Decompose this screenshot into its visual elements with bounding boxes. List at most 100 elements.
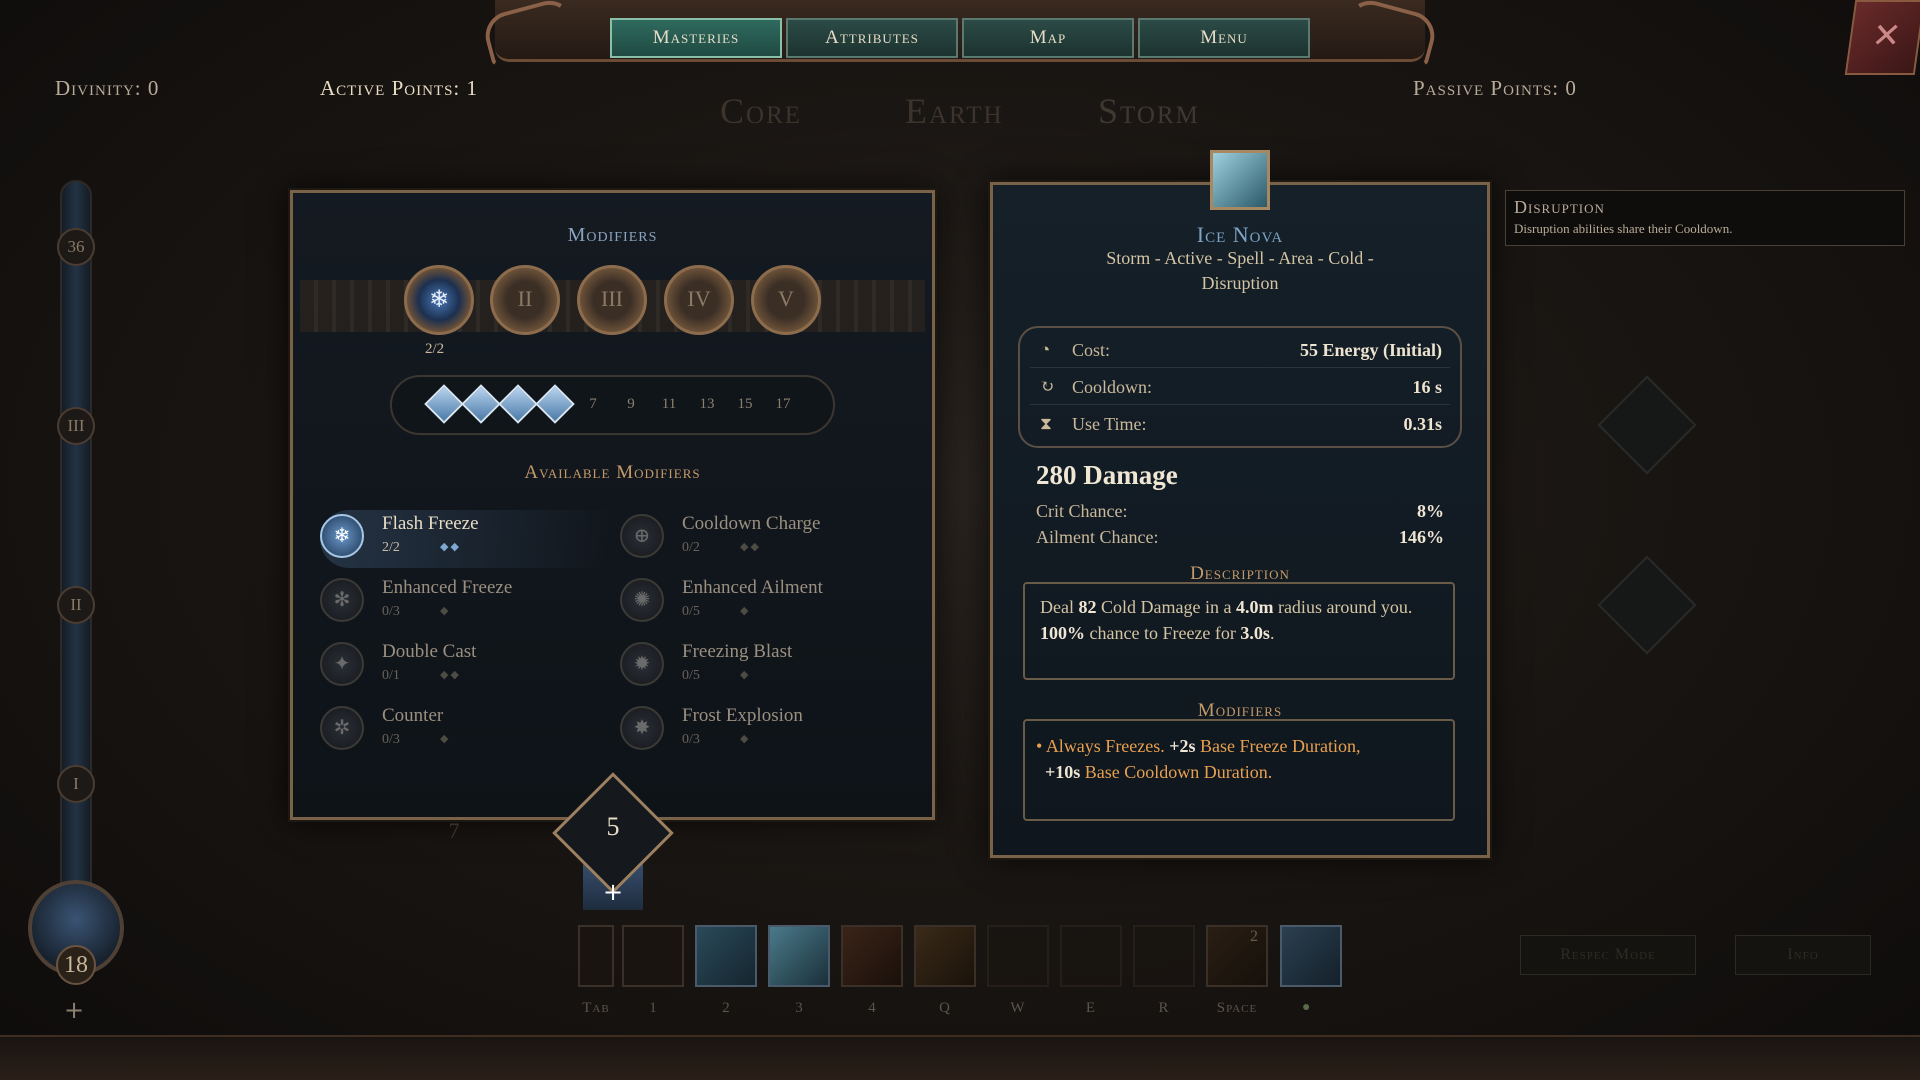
- hotbar-slot-q[interactable]: [914, 925, 976, 987]
- modifier-count: 0/3: [382, 604, 400, 619]
- diamond-pips-icon: ◆◆: [740, 541, 761, 553]
- modifier-name: Cooldown Charge: [682, 513, 821, 534]
- desc-value: 100%: [1040, 623, 1085, 643]
- modifier-counter[interactable]: ✲ Counter 0/3 ◆: [320, 702, 610, 760]
- modifier-enhanced-ailment[interactable]: ✺ Enhanced Ailment 0/5 ◆: [620, 574, 910, 632]
- desc-value: 4.0m: [1235, 597, 1274, 617]
- modifier-slot-3[interactable]: III: [577, 265, 647, 335]
- scroll-ornament-right: [1340, 0, 1440, 67]
- modifier-flash-freeze[interactable]: ❄ Flash Freeze 2/2 ◆◆: [320, 510, 610, 568]
- info-button[interactable]: Info: [1735, 935, 1871, 975]
- modifiers-title: Modifiers: [567, 224, 658, 246]
- modifier-name: Double Cast: [382, 641, 477, 662]
- modifier-count: 0/2: [682, 540, 700, 555]
- disruption-tooltip: Disruption Disruption abilities share th…: [1505, 190, 1905, 246]
- points-remaining: 5: [606, 812, 620, 841]
- mod-value: +2s: [1169, 736, 1196, 756]
- snowflake-icon: ❄: [428, 285, 450, 313]
- key-label: W: [1010, 1000, 1026, 1016]
- modifier-slot-5[interactable]: V: [751, 265, 821, 335]
- close-button[interactable]: ✕: [1844, 0, 1920, 75]
- skill-tags-line2: Disruption: [1201, 273, 1279, 293]
- double-cast-icon: ✦: [320, 642, 364, 686]
- modifier-name: Freezing Blast: [682, 641, 793, 662]
- tooltip-text: Disruption abilities share their Cooldow…: [1514, 221, 1733, 236]
- modifier-enhanced-freeze[interactable]: ✻ Enhanced Freeze 0/3 ◆: [320, 574, 610, 632]
- skill-name: Ice Nova: [1196, 222, 1284, 247]
- hotbar-slot-w[interactable]: [987, 925, 1049, 987]
- level-plus-button[interactable]: +: [64, 996, 84, 1024]
- hourglass-icon: ⧗: [1040, 414, 1052, 433]
- diamond-pips-icon: ◆: [740, 733, 751, 745]
- tree-tab-earth[interactable]: Earth: [905, 90, 1004, 132]
- available-modifiers-title: Available Modifiers: [524, 462, 701, 483]
- desc-value: 3.0s: [1240, 623, 1270, 643]
- tree-tab-storm[interactable]: Storm: [1098, 90, 1200, 132]
- stat-value: 55 Energy (Initial): [1300, 340, 1442, 360]
- modifier-name: Counter: [382, 705, 444, 726]
- hotbar-slot-1[interactable]: [622, 925, 684, 987]
- stat-cost: ◔ Cost: 55 Energy (Initial): [1030, 332, 1450, 368]
- blast-icon: ✹: [620, 642, 664, 686]
- key-label: E: [1085, 1000, 1097, 1016]
- modifier-slot-2[interactable]: II: [490, 265, 560, 335]
- desc-text: radius around you.: [1273, 597, 1413, 617]
- tree-tab-core[interactable]: Core: [720, 90, 802, 132]
- ailment-label: Ailment Chance:: [1036, 527, 1159, 547]
- explosion-icon: ✸: [620, 706, 664, 750]
- tier-marker-3: III: [57, 407, 95, 445]
- modifier-frost-explosion[interactable]: ✸ Frost Explosion 0/3 ◆: [620, 702, 910, 760]
- modifier-count: 0/1: [382, 668, 400, 683]
- skill-damage: 280 Damage: [1036, 460, 1178, 490]
- diamond-pips-icon: ◆◆: [440, 541, 461, 553]
- desc-text: Cold Damage in a: [1096, 597, 1236, 617]
- modifier-double-cast[interactable]: ✦ Double Cast 0/1 ◆◆: [320, 638, 610, 696]
- active-points-counter: Active Points: 1: [320, 76, 479, 100]
- modifier-count: 0/5: [682, 668, 700, 683]
- desc-text: .: [1269, 623, 1275, 643]
- diamond-pips-icon: ◆: [440, 605, 451, 617]
- bottom-frame: [0, 1035, 1920, 1080]
- diamond-pips-icon: ◆: [440, 733, 451, 745]
- hotbar-slot-extra[interactable]: [1280, 925, 1342, 987]
- crosshair-icon: ⊕: [620, 514, 664, 558]
- modifier-slot-4[interactable]: IV: [664, 265, 734, 335]
- tab-map[interactable]: Map: [962, 18, 1134, 58]
- tab-menu[interactable]: Menu: [1138, 18, 1310, 58]
- stat-use-time: ⧗ Use Time: 0.31s: [1030, 406, 1450, 442]
- skill-modifier-text: • Always Freezes. +2s Base Freeze Durati…: [1036, 733, 1446, 785]
- modifier-freezing-blast[interactable]: ✹ Freezing Blast 0/5 ◆: [620, 638, 910, 696]
- level-threshold: 9: [627, 396, 635, 412]
- crit-label: Crit Chance:: [1036, 501, 1128, 521]
- close-icon: ✕: [1869, 16, 1904, 56]
- hotbar-slot-3[interactable]: [768, 925, 830, 987]
- mod-text: Base Freeze Duration,: [1195, 736, 1361, 756]
- modifier-name: Frost Explosion: [682, 705, 803, 726]
- tab-attributes[interactable]: Attributes: [786, 18, 958, 58]
- mouse-icon: ●: [1302, 1000, 1311, 1015]
- respec-mode-button[interactable]: Respec Mode: [1520, 935, 1696, 975]
- modifier-count: 2/2: [382, 540, 400, 555]
- hotbar-slot-r[interactable]: [1133, 925, 1195, 987]
- key-label: 4: [868, 1000, 876, 1016]
- hotbar-slot-e[interactable]: [1060, 925, 1122, 987]
- tier-marker-2: II: [57, 586, 95, 624]
- level-threshold: 17: [775, 396, 791, 412]
- key-label: R: [1158, 1000, 1170, 1016]
- hotbar-slot-4[interactable]: [841, 925, 903, 987]
- hotbar-slot-tab[interactable]: [578, 925, 614, 987]
- modifier-cooldown-charge[interactable]: ⊕ Cooldown Charge 0/2 ◆◆: [620, 510, 910, 568]
- hotbar-count-badge: 2: [1250, 928, 1258, 945]
- hotbar-slot-space[interactable]: [1206, 925, 1268, 987]
- diamond-pips-icon: ◆: [740, 669, 751, 681]
- scroll-ornament-left: [480, 0, 580, 67]
- background: [0, 0, 1920, 1080]
- stat-label: Cooldown:: [1072, 377, 1153, 397]
- ailment-value: 146%: [1399, 527, 1444, 547]
- modifier-slot-1[interactable]: ❄: [404, 265, 474, 335]
- hotbar-slot-2[interactable]: [695, 925, 757, 987]
- stat-label: Cost:: [1072, 340, 1111, 360]
- tab-masteries[interactable]: Masteries: [610, 18, 782, 58]
- add-point-button[interactable]: +: [600, 880, 626, 904]
- key-label: 2: [722, 1000, 730, 1016]
